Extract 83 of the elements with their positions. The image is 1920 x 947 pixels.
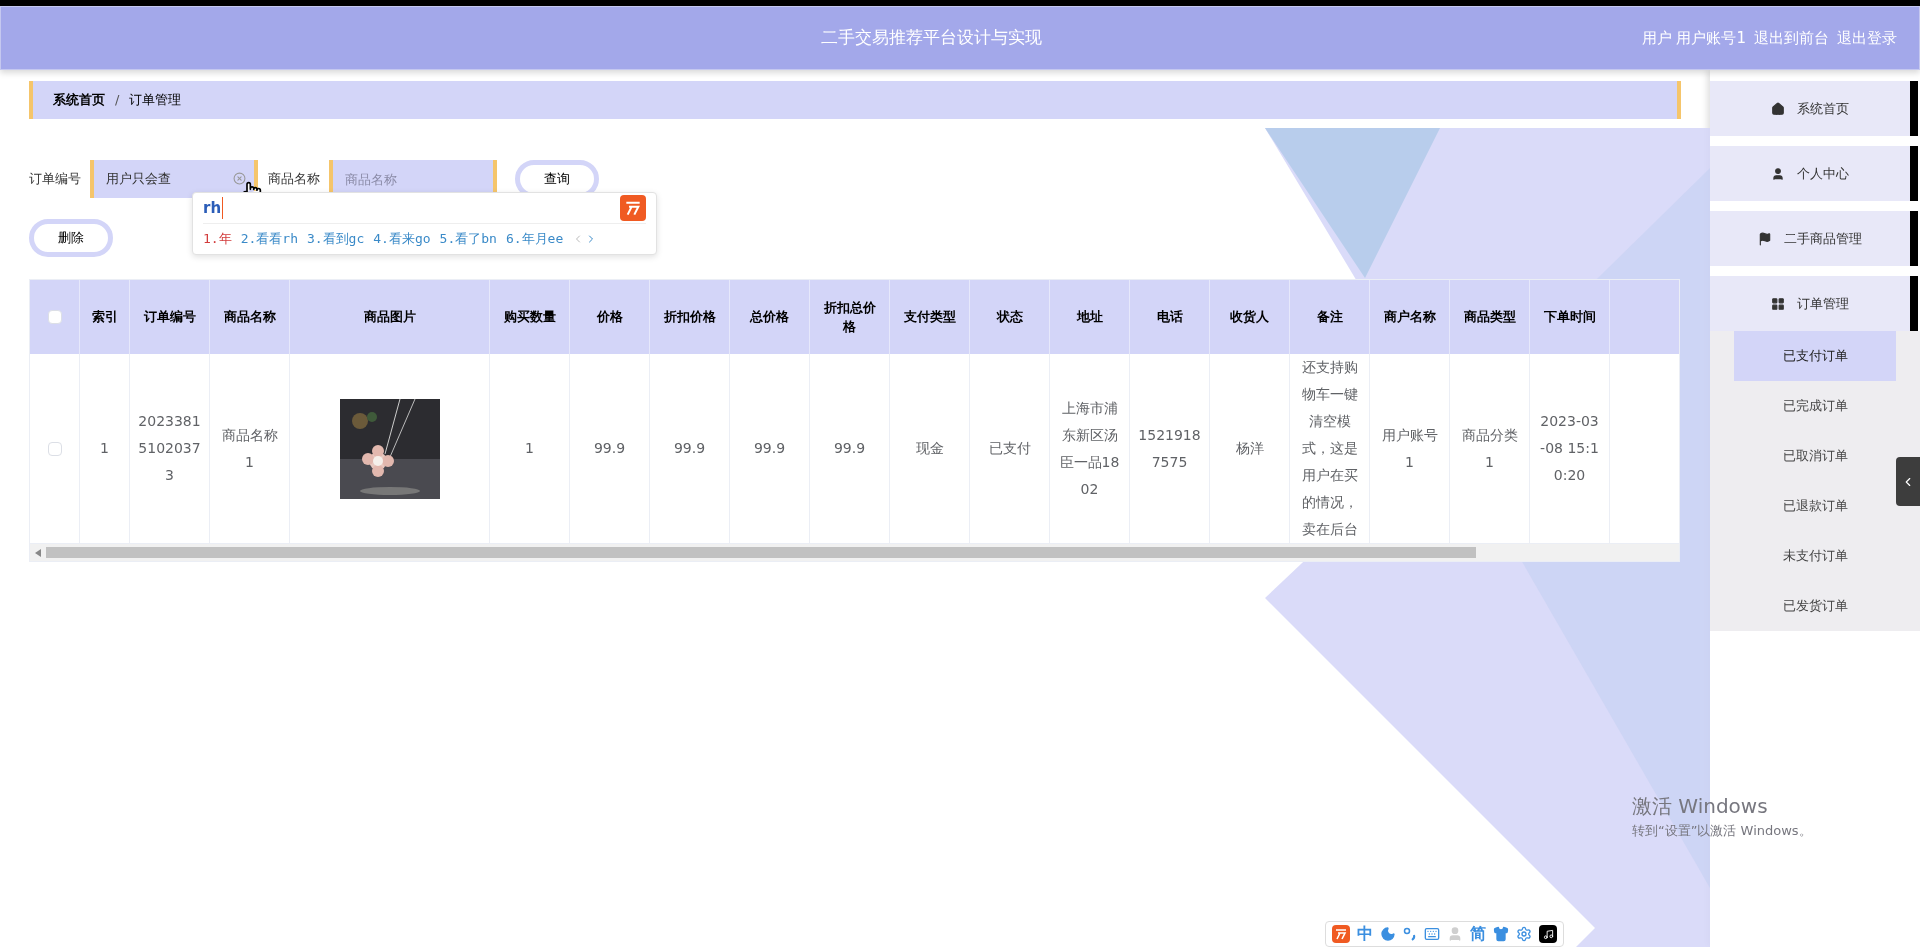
- column-title: 备注: [1316, 308, 1343, 327]
- person-icon[interactable]: [1447, 926, 1463, 942]
- ime-candidate[interactable]: 4.看来go: [373, 229, 431, 249]
- cell-text: 202338151020373: [138, 412, 201, 485]
- column-title: 商品类型: [1463, 308, 1516, 327]
- cell-text: 15219187575: [1138, 425, 1201, 472]
- ime-logo-icon[interactable]: [1332, 925, 1350, 943]
- ime-input-text: rh: [203, 197, 224, 220]
- checkbox[interactable]: [47, 441, 62, 456]
- submenu-item[interactable]: 已支付订单: [1734, 331, 1896, 381]
- cell-text: 99.9: [753, 439, 786, 458]
- cell-text: 上海市浦东新区汤臣一品1802: [1058, 398, 1121, 499]
- scrollbar-thumb[interactable]: [46, 547, 1476, 558]
- cell-text: 商品名称1: [220, 425, 279, 472]
- clear-icon[interactable]: [233, 172, 246, 185]
- column-title: 订单编号: [143, 308, 196, 327]
- cell-text: 1: [525, 439, 534, 458]
- submenu-item[interactable]: 已发货订单: [1734, 581, 1896, 631]
- column-title: 折扣总价格: [822, 298, 877, 336]
- cell-text: 99.9: [593, 439, 626, 458]
- field-label: 订单编号: [29, 170, 81, 189]
- ime-candidate[interactable]: 5.看了bn: [439, 229, 497, 249]
- column-title: 总价格: [750, 308, 789, 327]
- breadcrumb-link[interactable]: 系统首页: [53, 90, 105, 110]
- app-title: 二手交易推荐平台设计与实现: [820, 26, 1042, 50]
- ime-candidate[interactable]: 6.年月ee: [505, 229, 564, 249]
- grid-icon: [1771, 296, 1785, 311]
- user-label: 用户 用户账号1: [1641, 27, 1746, 49]
- sidebar-item[interactable]: 订单管理: [1710, 276, 1918, 331]
- flag-icon: [1758, 231, 1772, 246]
- settings-icon[interactable]: [1516, 926, 1532, 942]
- column-title: 商品名称: [223, 308, 276, 327]
- column-title: 商户名称: [1383, 308, 1436, 327]
- column-title: 收货人: [1230, 308, 1269, 327]
- cell-text: 99.9: [833, 439, 866, 458]
- delete-button[interactable]: 删除: [29, 219, 113, 257]
- ime-candidate[interactable]: 2.看看rh: [240, 229, 298, 249]
- shirt-icon[interactable]: [1493, 926, 1509, 942]
- keyboard-icon[interactable]: [1424, 926, 1440, 942]
- home-icon: [1771, 101, 1785, 116]
- horizontal-scrollbar[interactable]: [30, 544, 1679, 561]
- punctuation-icon[interactable]: [1403, 927, 1417, 941]
- sidebar-item[interactable]: 二手商品管理: [1710, 211, 1918, 266]
- cell-text: 还支持购物车一键清空模式，这是用户在买的情况，卖在后台: [1300, 358, 1359, 539]
- column-title: 折扣价格: [663, 308, 716, 327]
- music-note-icon[interactable]: [1539, 925, 1557, 943]
- ime-candidate[interactable]: 1.年: [203, 229, 232, 249]
- cell-text: 1: [100, 439, 109, 458]
- ime-candidate[interactable]: 3.看到gc: [306, 229, 365, 249]
- sidebar-item[interactable]: 系统首页: [1710, 81, 1918, 136]
- scroll-left-icon[interactable]: [35, 548, 41, 557]
- column-title: 电话: [1156, 308, 1183, 327]
- submenu-item[interactable]: 未支付订单: [1734, 531, 1896, 581]
- column-title: 购买数量: [503, 308, 556, 327]
- search-field[interactable]: 用户只会查: [90, 160, 258, 198]
- breadcrumb-separator: /: [115, 91, 120, 110]
- cell-text: 99.9: [673, 439, 706, 458]
- cell-text: 杨洋: [1235, 439, 1264, 458]
- ime-logo-icon: [620, 195, 646, 222]
- column-title: 商品图片: [363, 308, 416, 327]
- activation-title: 激活 Windows: [1632, 793, 1769, 820]
- column-title: 支付类型: [903, 308, 956, 327]
- column-title: 下单时间: [1543, 308, 1596, 327]
- submenu-item[interactable]: 已取消订单: [1734, 431, 1896, 481]
- activation-message: 转到“设置”以激活 Windows。: [1632, 822, 1812, 840]
- sidebar-item[interactable]: 个人中心: [1710, 146, 1918, 201]
- cell-text: 2023-03-08 15:10:20: [1539, 412, 1600, 485]
- submenu-item[interactable]: 已退款订单: [1734, 481, 1896, 531]
- breadcrumb-current: 订单管理: [129, 91, 182, 110]
- submenu-item[interactable]: 已完成订单: [1734, 381, 1896, 431]
- moon-icon[interactable]: [1380, 926, 1396, 942]
- column-title: 索引: [91, 308, 118, 327]
- cell-text: 用户账号1: [1380, 425, 1439, 472]
- cell-text: 现金: [915, 439, 944, 458]
- column-title: 地址: [1076, 308, 1103, 327]
- checkbox[interactable]: [47, 310, 62, 324]
- column-title: 状态: [996, 308, 1023, 327]
- cell-text: 已支付: [988, 439, 1031, 458]
- cell-text: 商品分类1: [1460, 425, 1519, 472]
- field-label: 商品名称: [268, 170, 320, 189]
- user-icon: [1771, 166, 1785, 181]
- collapse-sidebar-button[interactable]: [1896, 457, 1920, 506]
- column-title: 价格: [596, 308, 623, 327]
